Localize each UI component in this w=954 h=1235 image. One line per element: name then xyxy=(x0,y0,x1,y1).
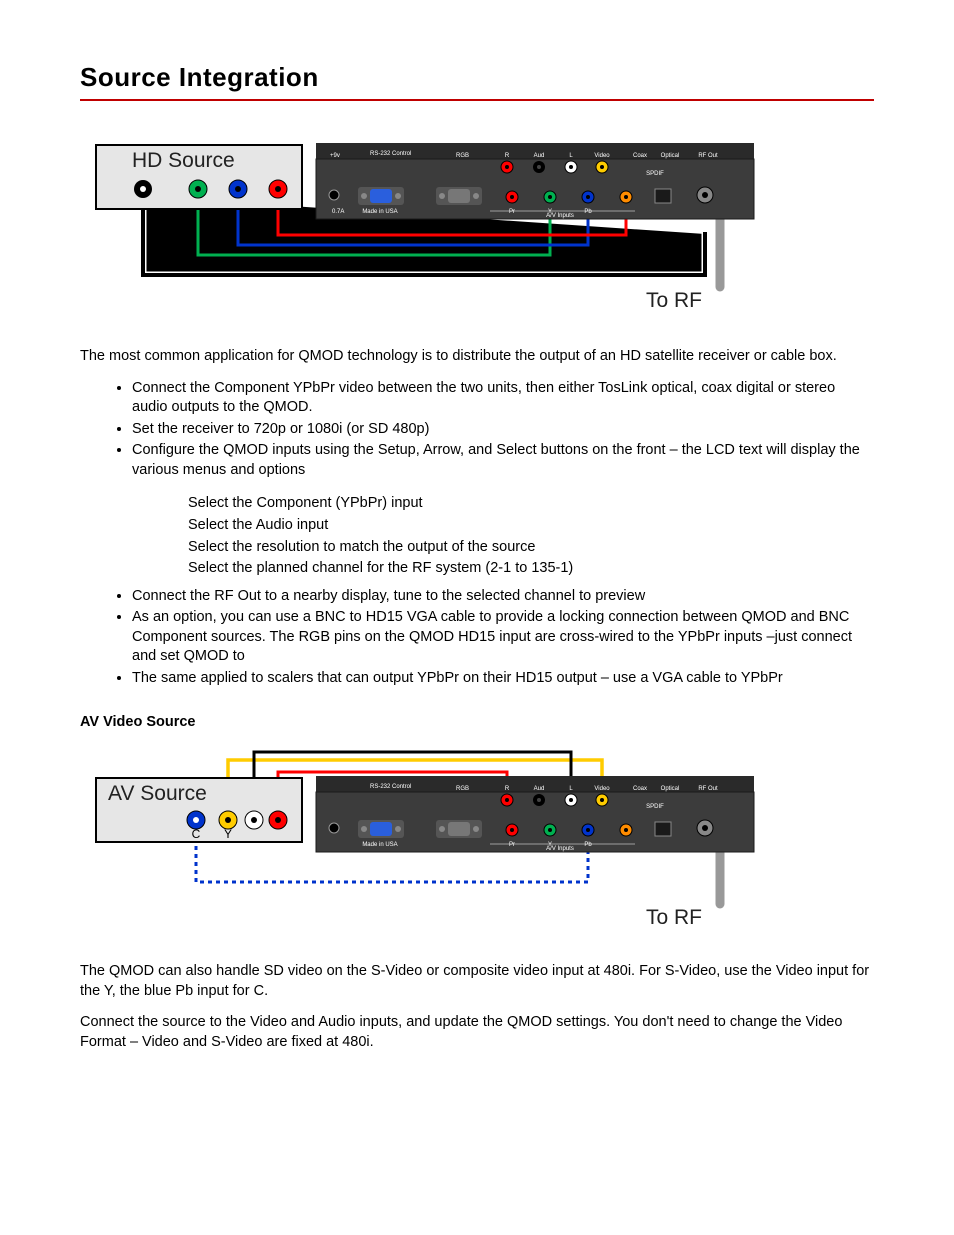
qmod-device: RS-232 Control RGB R Aud L Video Coax Op… xyxy=(316,776,754,852)
sub-item: Select the Audio input xyxy=(188,516,874,536)
av-video-subhead: AV Video Source xyxy=(80,713,874,733)
list-item: The same applied to scalers that can out… xyxy=(132,669,874,689)
title-block: Source Integration xyxy=(80,60,874,101)
svg-text:C: C xyxy=(192,827,201,841)
to-rf-label-2: To RF xyxy=(646,906,702,929)
svg-text:Made in USA: Made in USA xyxy=(362,209,397,215)
list-item: Configure the QMOD inputs using the Setu… xyxy=(132,441,874,480)
av-source-diagram: AV Source C Y RS-232 Control RGB R Aud L… xyxy=(80,742,874,932)
paragraph-intro: The most common application for QMOD tec… xyxy=(80,347,874,367)
svg-text:Pb: Pb xyxy=(584,209,592,215)
svg-text:Coax: Coax xyxy=(633,153,647,159)
svg-text:R: R xyxy=(505,786,510,792)
svg-text:SPDIF: SPDIF xyxy=(646,804,664,810)
svg-text:Y: Y xyxy=(224,827,232,841)
svg-text:+9v: +9v xyxy=(330,153,340,159)
list-item: Set the receiver to 720p or 1080i (or SD… xyxy=(132,420,874,440)
svg-text:Video: Video xyxy=(594,786,610,792)
sub-list: Select the Component (YPbPr) input Selec… xyxy=(188,494,874,578)
svg-text:Video: Video xyxy=(594,153,610,159)
svg-text:RF Out: RF Out xyxy=(698,786,718,792)
svg-text:Optical: Optical xyxy=(661,153,680,159)
sub-item: Select the planned channel for the RF sy… xyxy=(188,559,874,579)
qmod-device: +9v RS-232 Control RGB R Aud L Video Coa… xyxy=(316,143,754,219)
bullet-list-1: Connect the Component YPbPr video betwee… xyxy=(80,379,874,481)
svg-text:Pr: Pr xyxy=(509,842,515,848)
svg-text:A/V Inputs: A/V Inputs xyxy=(546,213,574,219)
sub-item: Select the Component (YPbPr) input xyxy=(188,494,874,514)
svg-text:RS-232 Control: RS-232 Control xyxy=(370,784,411,790)
list-item: Connect the RF Out to a nearby display, … xyxy=(132,587,874,607)
svg-text:0.7A: 0.7A xyxy=(332,209,344,215)
page-title: Source Integration xyxy=(80,60,874,95)
hd-source-diagram: HD Source +9v RS-232 Control RGB R Aud L… xyxy=(80,127,874,317)
svg-text:Aud: Aud xyxy=(534,153,545,159)
paragraph-av-2: Connect the source to the Video and Audi… xyxy=(80,1013,874,1052)
svg-text:Aud: Aud xyxy=(534,786,545,792)
hd-source-label: HD Source xyxy=(132,149,235,172)
svg-text:RGB: RGB xyxy=(456,153,469,159)
svg-text:Pr: Pr xyxy=(509,209,515,215)
list-item: Connect the Component YPbPr video betwee… xyxy=(132,379,874,418)
paragraph-av-1: The QMOD can also handle SD video on the… xyxy=(80,962,874,1001)
to-rf-label: To RF xyxy=(646,289,702,312)
svg-text:Made in USA: Made in USA xyxy=(362,842,397,848)
svg-text:RGB: RGB xyxy=(456,786,469,792)
av-source-label: AV Source xyxy=(108,782,207,805)
svg-text:SPDIF: SPDIF xyxy=(646,171,664,177)
svg-text:Pb: Pb xyxy=(584,842,592,848)
svg-text:A/V Inputs: A/V Inputs xyxy=(546,846,574,852)
svg-text:Optical: Optical xyxy=(661,786,680,792)
svg-text:Coax: Coax xyxy=(633,786,647,792)
svg-text:R: R xyxy=(505,153,510,159)
svg-text:RF Out: RF Out xyxy=(698,153,718,159)
svg-text:RS-232 Control: RS-232 Control xyxy=(370,151,411,157)
list-item: As an option, you can use a BNC to HD15 … xyxy=(132,608,874,667)
bullet-list-2: Connect the RF Out to a nearby display, … xyxy=(80,587,874,689)
sub-item: Select the resolution to match the outpu… xyxy=(188,538,874,558)
